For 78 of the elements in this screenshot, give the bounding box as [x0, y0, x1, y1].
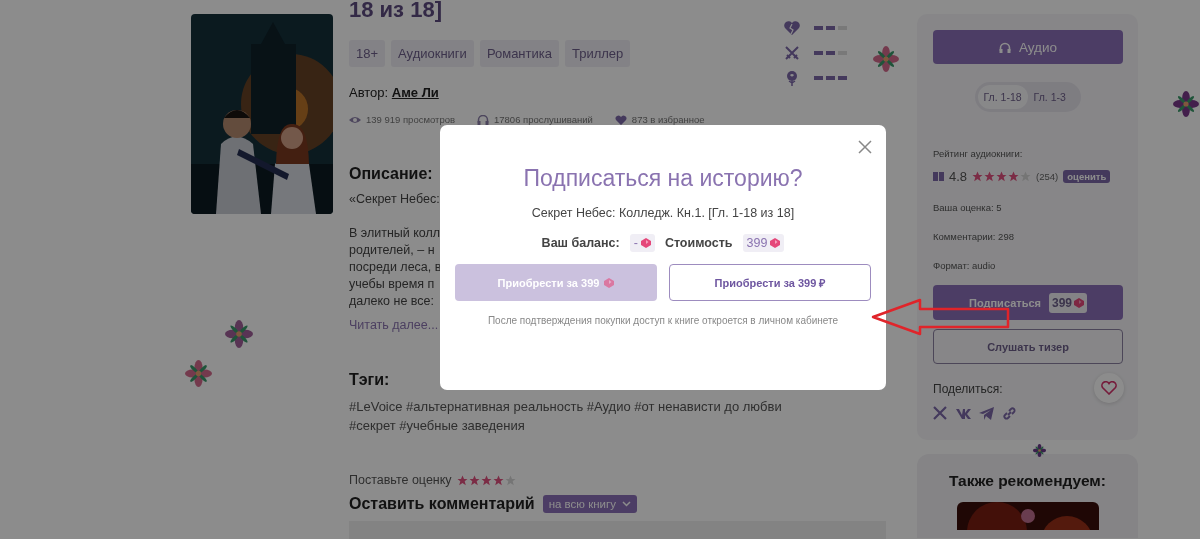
chevron-icon [621, 501, 631, 507]
genre-tag[interactable]: Аудиокниги [391, 40, 474, 67]
buy-button[interactable]: Приобрести за 399 ₽ [669, 264, 871, 301]
headphones-icon [477, 114, 489, 125]
chapter-tab[interactable]: Гл. 1-3 [1027, 85, 1072, 109]
telegram-icon[interactable] [979, 406, 994, 421]
headphones-icon [998, 41, 1011, 53]
section-heading: Описание: [349, 165, 433, 183]
cost-value: 399 [742, 234, 785, 252]
book-name: Секрет Небес: Колледж. Кн.1. [Гл. 1-18 из 18] [531, 206, 795, 220]
description-line: «Секрет Небес: [349, 191, 440, 208]
gem-icon [1074, 297, 1084, 308]
teaser-button[interactable]: Слушать тизер [933, 329, 1123, 364]
scope-dropdown[interactable]: на всю книгу [542, 495, 637, 513]
author-line: Автор: Аме Ли [349, 85, 440, 100]
flower-ornament-icon [185, 360, 212, 387]
genre-tag[interactable]: Триллер [565, 40, 631, 67]
description-line: далеко не все: [349, 293, 435, 310]
read-more-link[interactable]: Читать далее... [349, 318, 439, 332]
hashtags-text: #LeVoice #альтернативная реальность #Аудио #от ненависти до любви #секрет #учебные заведения [349, 398, 783, 435]
balance-label: Ваш баланс: [541, 236, 620, 250]
book-title: 18 из 18] [349, 0, 443, 20]
star-icon [492, 474, 504, 486]
rate-button[interactable]: оценить [1063, 170, 1111, 183]
subscribe-button[interactable]: Подписаться 399 [933, 285, 1123, 320]
close-icon [858, 140, 872, 154]
stat-text: 873 в избранное [631, 114, 705, 125]
section-heading: Также рекомендуем: [949, 472, 1106, 490]
genre-tag[interactable]: Романтика [479, 40, 559, 67]
flower-ornament-icon [225, 320, 253, 348]
favorite-button[interactable] [1094, 372, 1124, 403]
eye-icon [349, 114, 361, 125]
star-icon [972, 171, 984, 182]
flower-ornament-icon [1173, 91, 1199, 117]
gem-icon [640, 238, 651, 248]
cost-label: Стоимость [664, 236, 733, 250]
author-link[interactable]: Аме Ли [391, 85, 439, 100]
flower-ornament-icon [873, 46, 899, 72]
x-icon[interactable] [933, 406, 948, 421]
flower-ornament-icon [1033, 444, 1046, 457]
rating-value: 4.8 [949, 169, 968, 184]
balance-value: - [629, 234, 655, 252]
stat-text: 139 919 просмотров [366, 114, 455, 125]
info-line: Комментарии: 298 [933, 231, 1015, 242]
star-icon [996, 171, 1008, 182]
gem-icon [604, 277, 615, 288]
broken-heart-icon [784, 20, 800, 36]
star-icon [456, 474, 468, 486]
info-line: Формат: audio [933, 260, 997, 271]
stat-text: 17806 прослушиваний [494, 114, 593, 125]
star-icon [1008, 171, 1020, 182]
section-heading: Тэги: [349, 371, 390, 389]
info-line: Ваша оценка: 5 [933, 202, 1003, 213]
crossed-swords-icon [784, 45, 800, 61]
dialog-note: После подтверждения покупки доступ к книге откроется в личном кабинете [487, 315, 839, 326]
dialog-title: Подписаться на историю? [523, 165, 803, 192]
star-icon [984, 171, 996, 182]
description-line: В элитный колл [349, 225, 441, 242]
rate-prompt: Поставьте оценку [349, 473, 452, 487]
price-tag: 399 [1048, 292, 1087, 313]
description-line: родителей, – н [349, 242, 435, 259]
audio-button[interactable]: Аудио [933, 30, 1123, 64]
description-line: учебы время п [349, 276, 435, 293]
vk-icon[interactable] [956, 406, 971, 421]
chapter-tab[interactable]: Гл. 1-18 [977, 85, 1028, 109]
book-icon [933, 172, 944, 181]
link-icon[interactable] [1002, 406, 1017, 421]
rating-count: (254) [1036, 171, 1059, 182]
section-heading: Оставить комментарий [349, 495, 535, 513]
heart-icon [614, 114, 627, 125]
gem-icon [770, 238, 781, 248]
rating-label: Рейтинг аудиокниги: [933, 148, 1024, 159]
star-icon [468, 474, 480, 486]
heart-icon [1101, 380, 1117, 395]
star-icon [480, 474, 492, 486]
close-button[interactable] [858, 140, 872, 154]
share-label: Поделиться: [933, 382, 1004, 396]
genre-tag[interactable]: 18+ [349, 40, 386, 67]
